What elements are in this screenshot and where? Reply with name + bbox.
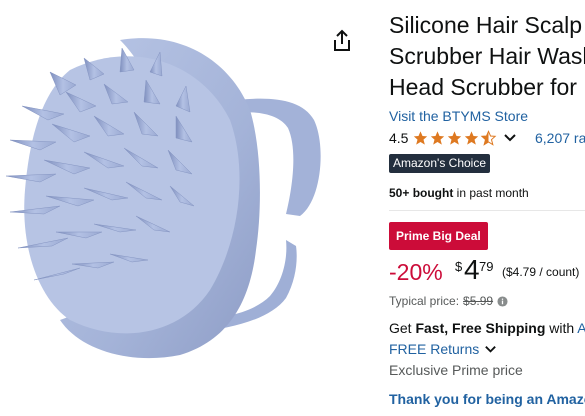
typical-price-label: Typical price: <box>389 294 460 308</box>
shipping-prefix: Get <box>389 320 416 336</box>
scalp-scrubber-image <box>5 38 321 359</box>
review-count-link[interactable]: 6,207 ra <box>535 130 585 146</box>
typical-price-value: $5.99 <box>463 294 494 308</box>
shipping-info: Get Fast, Free Shipping with A <box>389 320 585 336</box>
price-fraction: 79 <box>479 259 494 274</box>
chevron-down-icon[interactable] <box>503 131 517 145</box>
typical-price: Typical price: $5.99 <box>389 294 508 308</box>
shipping-with: with <box>545 320 578 336</box>
free-returns-label: FREE Returns <box>389 341 480 357</box>
chevron-down-icon <box>485 345 497 353</box>
info-icon[interactable] <box>497 295 508 307</box>
prime-big-deal-badge: Prime Big Deal <box>389 222 488 250</box>
product-title: Silicone Hair Scalp Scrubber Hair Washin… <box>389 12 585 100</box>
rating-stars <box>412 130 497 146</box>
price-currency: $ <box>455 259 463 274</box>
star-icon <box>448 131 462 145</box>
price-whole: 4 <box>464 254 480 285</box>
product-image[interactable] <box>0 0 375 411</box>
unit-price: ($4.79 / count) <box>502 265 580 279</box>
discount-percent: -20% <box>389 259 443 285</box>
amazons-choice-badge[interactable]: Amazon's Choice <box>389 154 490 173</box>
prime-link[interactable]: A <box>577 320 585 336</box>
bought-suffix: in past month <box>453 186 529 200</box>
half-star-icon <box>481 130 497 146</box>
star-icon <box>414 131 428 145</box>
store-link[interactable]: Visit the BTYMS Store <box>389 108 528 124</box>
share-icon <box>334 29 350 51</box>
shipping-bold: Fast, Free Shipping <box>415 320 546 336</box>
star-icon <box>431 131 445 145</box>
bought-count: 50+ bought <box>389 186 454 200</box>
product-info: Silicone Hair Scalp Scrubber Hair Washin… <box>389 0 585 411</box>
star-icon <box>465 131 479 145</box>
rating-widget[interactable]: 4.5 <box>389 128 517 148</box>
bought-in-past-month: 50+ bought in past month <box>389 186 529 200</box>
exclusive-prime-price: Exclusive Prime price <box>389 362 523 378</box>
free-returns-link[interactable]: FREE Returns <box>389 341 497 357</box>
share-button[interactable] <box>331 29 353 53</box>
rating-value: 4.5 <box>389 130 409 146</box>
divider <box>389 210 585 211</box>
prime-thanks-link[interactable]: Thank you for being an Amazo <box>389 391 585 407</box>
